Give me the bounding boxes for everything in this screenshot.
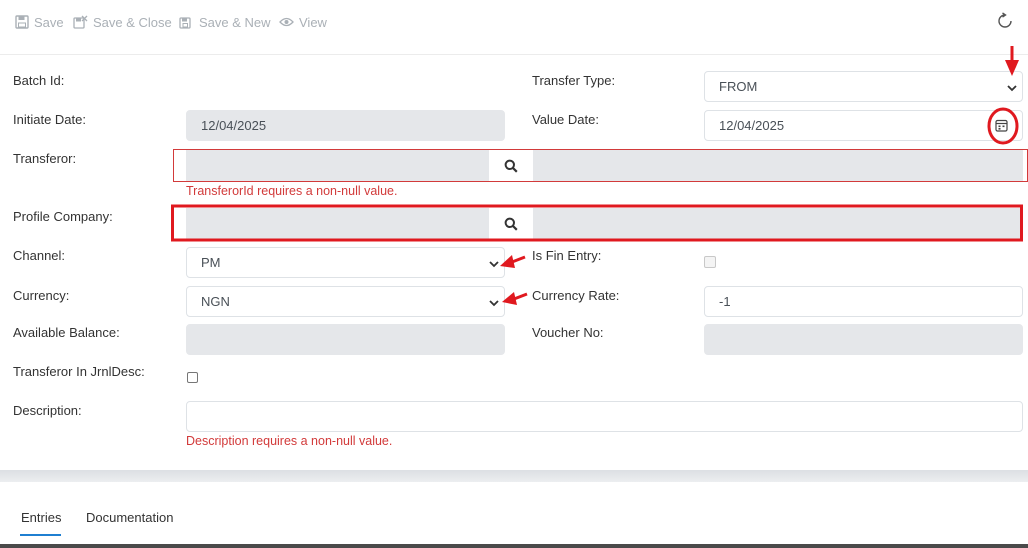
value-date-value: 12/04/2025 [719,118,785,133]
currency-select[interactable]: NGN [186,286,505,317]
transfer-type-value: FROM [719,79,758,94]
calendar-icon[interactable] [995,119,1008,132]
save-new-button[interactable]: Save & New [179,13,271,31]
eye-icon [279,17,294,27]
currency-label: Currency: [13,288,70,303]
batch-id-label: Batch Id: [13,73,65,88]
initiate-date-value: 12/04/2025 [201,118,267,133]
save-label: Save [34,14,64,30]
is-fin-entry-label: Is Fin Entry: [532,248,602,263]
transferor-id-field [186,150,490,181]
view-label: View [299,14,327,30]
save-close-button[interactable]: Save & Close [73,13,172,31]
transferor-error: TransferorId requires a non-null value. [186,184,398,198]
save-close-icon [73,15,88,29]
description-error: Description requires a non-null value. [186,434,393,448]
profile-company-id-field [186,208,490,239]
transfer-type-select[interactable]: FROM [704,71,1023,102]
initiate-date-label: Initiate Date: [13,112,86,127]
active-tab-indicator [20,534,61,536]
value-date-label: Value Date: [532,112,599,127]
save-close-label: Save & Close [93,14,172,30]
initiate-date-field: 12/04/2025 [186,110,505,141]
search-icon [504,159,518,173]
voucher-no-label: Voucher No: [532,325,604,340]
tab-documentation[interactable]: Documentation [86,510,173,525]
tab-entries[interactable]: Entries [21,510,61,525]
transferor-search-button[interactable] [489,150,533,181]
view-button[interactable]: View [279,13,327,31]
currency-rate-input[interactable]: -1 [704,286,1023,317]
available-balance-label: Available Balance: [13,325,120,340]
value-date-input[interactable]: 12/04/2025 [704,110,1023,141]
channel-label: Channel: [13,248,66,263]
save-new-label: Save & New [199,14,271,30]
save-new-icon [179,17,191,29]
bottom-bar [0,544,1028,548]
chevron-down-icon [1007,85,1017,92]
channel-select[interactable]: PM [186,247,505,278]
transferor-label: Transferor: [13,151,77,166]
currency-rate-label: Currency Rate: [532,288,620,303]
profile-company-search-button[interactable] [489,208,533,239]
toolbar: Save Save & Close Save & New View [0,0,1028,42]
refresh-button[interactable] [996,12,1014,30]
transfer-type-label: Transfer Type: [532,73,616,88]
currency-value: NGN [201,294,230,309]
channel-value: PM [201,255,221,270]
transferor-in-jrnl-label: Transferor In JrnlDesc: [13,364,145,379]
voucher-no-field [704,324,1023,355]
is-fin-entry-checkbox [704,256,716,268]
currency-rate-value: -1 [719,294,731,309]
available-balance-field [186,324,505,355]
save-button[interactable]: Save [15,13,64,31]
chevron-down-icon [489,261,499,268]
transferor-name-field [533,150,1023,181]
profile-company-name-field [533,208,1023,239]
form-bottom-shadow [0,470,1028,482]
chevron-down-icon [489,300,499,307]
description-input[interactable] [186,401,1023,432]
description-label: Description: [13,403,82,418]
search-icon [504,217,518,231]
profile-company-label: Profile Company: [13,209,113,224]
refresh-icon [998,12,1012,28]
floppy-disk-icon [15,15,29,29]
transferor-in-jrnl-checkbox[interactable] [187,372,198,383]
